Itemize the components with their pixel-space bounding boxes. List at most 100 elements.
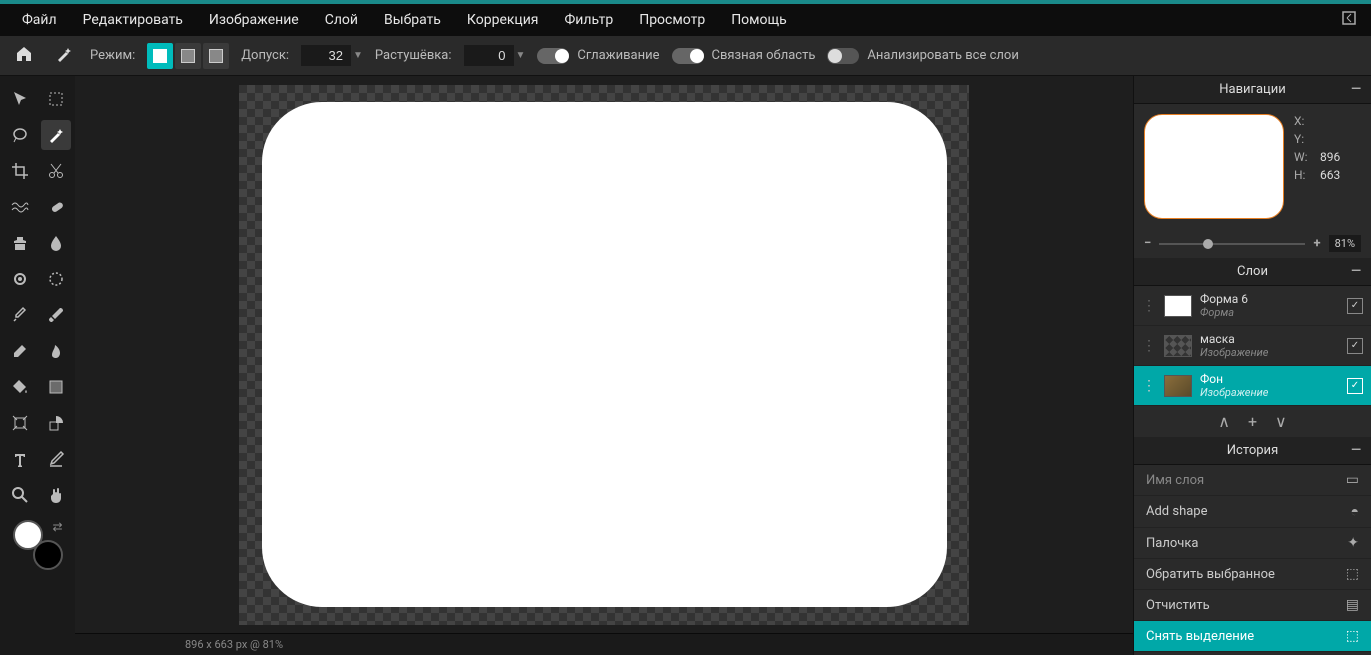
zoom-slider[interactable] — [1159, 243, 1305, 245]
tool-eyedropper[interactable] — [5, 300, 35, 330]
tool-cut[interactable] — [41, 156, 71, 186]
history-label: Снять выделение — [1146, 629, 1254, 644]
tolerance-dropdown-icon[interactable]: ▼ — [353, 50, 363, 61]
nav-x-label: X: — [1294, 114, 1314, 128]
tool-heal[interactable] — [41, 192, 71, 222]
history-label: Отчистить — [1146, 598, 1210, 613]
layers-title: Слои — [1237, 264, 1268, 279]
tool-shape[interactable] — [41, 408, 71, 438]
history-title: История — [1227, 443, 1278, 458]
tool-sponge[interactable] — [41, 264, 71, 294]
feather-input[interactable] — [464, 45, 514, 66]
all-layers-toggle[interactable] — [827, 48, 859, 64]
layer-type: Форма — [1200, 306, 1339, 319]
history-item[interactable]: Add shape ◓ — [1134, 496, 1371, 528]
menu-layer[interactable]: Слой — [313, 6, 370, 34]
layer-thumbnail[interactable] — [1164, 375, 1192, 397]
history-item[interactable]: Отчистить ▤ — [1134, 590, 1371, 621]
menu-filter[interactable]: Фильтр — [553, 6, 626, 34]
tool-hand[interactable] — [41, 480, 71, 510]
canvas-area: 896 x 663 px @ 81% — [75, 76, 1133, 655]
layer-visibility-checkbox[interactable]: ✓ — [1347, 298, 1363, 314]
nav-minimize-icon[interactable]: — — [1351, 82, 1361, 97]
tool-clone[interactable] — [5, 228, 35, 258]
tool-smudge[interactable] — [41, 336, 71, 366]
history-item[interactable]: Обратить выбранное ⬚ — [1134, 559, 1371, 590]
drag-handle-icon[interactable]: ⋮ — [1142, 338, 1156, 354]
color-swatches: ⇄ — [13, 520, 63, 570]
history-item[interactable]: Снять выделение ⬚ — [1134, 621, 1371, 652]
tool-wand[interactable] — [41, 120, 71, 150]
tool-transform[interactable] — [5, 408, 35, 438]
menu-view[interactable]: Просмотр — [627, 6, 717, 34]
tool-liquify[interactable] — [5, 192, 35, 222]
history-wand-icon: ✦ — [1347, 535, 1359, 551]
tool-eraser[interactable] — [5, 336, 35, 366]
tolerance-input[interactable] — [301, 45, 351, 66]
fg-color-swatch[interactable] — [13, 520, 43, 550]
expand-icon[interactable] — [1337, 6, 1361, 34]
history-label: Имя слоя — [1146, 473, 1204, 488]
layer-down-icon[interactable]: ∨ — [1275, 412, 1287, 431]
layer-row[interactable]: ⋮ Фон Изображение ✓ — [1134, 366, 1371, 406]
swap-colors-icon[interactable]: ⇄ — [52, 520, 62, 534]
menu-help[interactable]: Помощь — [719, 6, 799, 34]
mode-subtract[interactable] — [203, 43, 229, 69]
menu-select[interactable]: Выбрать — [372, 6, 453, 34]
zoom-in-icon[interactable]: + — [1313, 236, 1320, 251]
nav-thumbnail[interactable] — [1144, 114, 1284, 219]
canvas-viewport[interactable] — [75, 76, 1133, 633]
zoom-out-icon[interactable]: − — [1144, 236, 1151, 251]
layer-visibility-checkbox[interactable]: ✓ — [1347, 338, 1363, 354]
nav-title: Навигации — [1219, 82, 1286, 97]
tool-crop[interactable] — [5, 156, 35, 186]
mode-add[interactable] — [175, 43, 201, 69]
drag-handle-icon[interactable]: ⋮ — [1142, 298, 1156, 314]
contiguous-toggle[interactable] — [672, 48, 704, 64]
magic-wand-tool-icon[interactable] — [50, 40, 78, 72]
mode-label: Режим: — [90, 48, 135, 63]
tool-brush[interactable] — [41, 300, 71, 330]
tool-lasso[interactable] — [5, 120, 35, 150]
tool-text[interactable] — [5, 444, 35, 474]
antialias-toggle[interactable] — [537, 48, 569, 64]
tool-marquee[interactable] — [41, 84, 71, 114]
menu-edit[interactable]: Редактировать — [71, 6, 195, 34]
home-icon[interactable] — [10, 40, 38, 72]
layers-minimize-icon[interactable]: — — [1351, 264, 1361, 279]
history-item[interactable]: Имя слоя ▭ — [1134, 465, 1371, 496]
layer-add-icon[interactable]: + — [1248, 412, 1257, 431]
history-body: Имя слоя ▭ Add shape ◓ Палочка ✦ Обратит… — [1134, 465, 1371, 655]
menu-adjust[interactable]: Коррекция — [455, 6, 551, 34]
tool-pen[interactable] — [41, 444, 71, 474]
zoom-value[interactable]: 81% — [1329, 235, 1361, 252]
menu-file[interactable]: Файл — [10, 6, 69, 34]
tool-blur[interactable] — [41, 228, 71, 258]
canvas-shape — [262, 102, 947, 607]
history-item[interactable]: Палочка ✦ — [1134, 528, 1371, 559]
toolbox: ⇄ — [0, 76, 75, 655]
status-text: 896 x 663 px @ 81% — [185, 638, 283, 651]
nav-w-label: W: — [1294, 150, 1314, 164]
layer-row[interactable]: ⋮ Форма 6 Форма ✓ — [1134, 286, 1371, 326]
menu-image[interactable]: Изображение — [197, 6, 311, 34]
mode-buttons — [147, 43, 229, 69]
layer-type: Изображение — [1200, 346, 1339, 359]
layer-thumbnail[interactable] — [1164, 335, 1192, 357]
tool-gradient[interactable] — [41, 372, 71, 402]
tool-dodge[interactable] — [5, 264, 35, 294]
layer-thumbnail[interactable] — [1164, 295, 1192, 317]
feather-dropdown-icon[interactable]: ▼ — [516, 50, 526, 61]
statusbar: 896 x 663 px @ 81% — [75, 633, 1133, 655]
layer-row[interactable]: ⋮ маска Изображение ✓ — [1134, 326, 1371, 366]
drag-handle-icon[interactable]: ⋮ — [1142, 378, 1156, 394]
tool-move[interactable] — [5, 84, 35, 114]
layer-up-icon[interactable]: ∧ — [1218, 412, 1230, 431]
history-deselect-icon: ⬚ — [1346, 628, 1359, 644]
tool-fill[interactable] — [5, 372, 35, 402]
mode-replace[interactable] — [147, 43, 173, 69]
history-shape-icon: ◓ — [1351, 503, 1359, 520]
history-minimize-icon[interactable]: — — [1351, 443, 1361, 458]
layer-visibility-checkbox[interactable]: ✓ — [1347, 378, 1363, 394]
tool-zoom[interactable] — [5, 480, 35, 510]
